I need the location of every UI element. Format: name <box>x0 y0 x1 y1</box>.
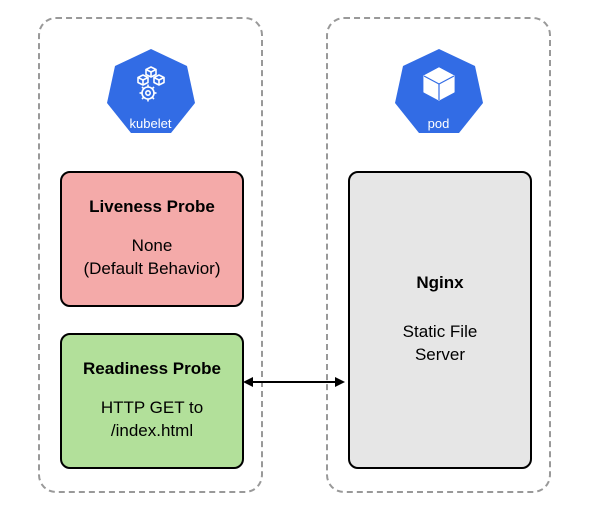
readiness-probe-box: Readiness Probe HTTP GET to /index.html <box>60 333 244 469</box>
nginx-box: Nginx Static File Server <box>348 171 532 469</box>
diagram-canvas: kubelet Liveness Probe None (Default Beh… <box>0 0 600 511</box>
nginx-title: Nginx <box>416 273 463 293</box>
kubelet-badge: kubelet <box>105 47 197 142</box>
nginx-body: Static File Server <box>403 321 478 367</box>
liveness-probe-box: Liveness Probe None (Default Behavior) <box>60 171 244 307</box>
pod-badge: pod <box>393 47 485 142</box>
pod-badge-label: pod <box>393 116 485 131</box>
pod-panel: pod Nginx Static File Server <box>326 17 551 493</box>
readiness-probe-title: Readiness Probe <box>83 359 221 379</box>
bidirectional-arrow-icon <box>243 376 345 388</box>
readiness-probe-body: HTTP GET to /index.html <box>101 397 203 443</box>
kubelet-badge-label: kubelet <box>105 116 197 131</box>
liveness-probe-title: Liveness Probe <box>89 197 215 217</box>
liveness-probe-body: None (Default Behavior) <box>83 235 220 281</box>
kubelet-panel: kubelet Liveness Probe None (Default Beh… <box>38 17 263 493</box>
